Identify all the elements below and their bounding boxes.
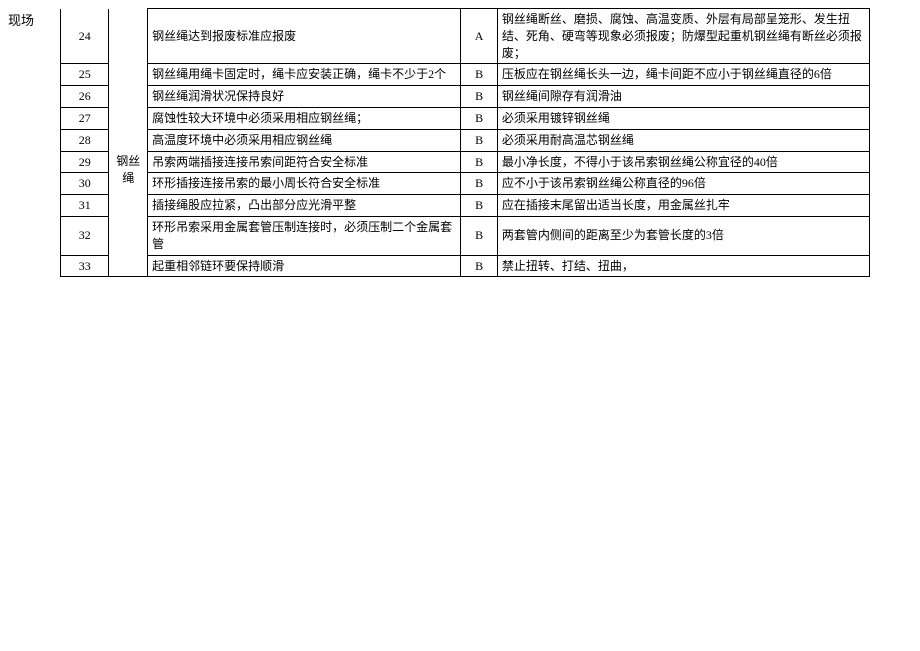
- row-desc: 钢丝绳达到报废标准应报废: [148, 9, 461, 64]
- row-note: 必须采用镀锌钢丝绳: [497, 107, 869, 129]
- table-row: 32 环形吊索采用金属套管压制连接时，必须压制二个金属套管 B 两套管内侧间的距…: [61, 216, 870, 255]
- category-cell: [109, 9, 148, 64]
- row-number: 25: [61, 64, 109, 86]
- row-note: 两套管内侧间的距离至少为套管长度的3倍: [497, 216, 869, 255]
- table-row: 26 钢丝绳润滑状况保持良好 B 钢丝绳间隙存有润滑油: [61, 86, 870, 108]
- table-row: 27 腐蚀性较大环境中必须采用相应钢丝绳； B 必须采用镀锌钢丝绳: [61, 107, 870, 129]
- row-number: 27: [61, 107, 109, 129]
- inspection-table: 24 钢丝绳达到报废标准应报废 A 钢丝绳断丝、磨损、腐蚀、高温变质、外层有局部…: [60, 8, 870, 277]
- side-label: 现场: [8, 8, 60, 29]
- row-note: 应不小于该吊索钢丝绳公称直径的96倍: [497, 173, 869, 195]
- row-grade: B: [461, 195, 498, 217]
- row-desc: 吊索两端插接连接吊索间距符合安全标准: [148, 151, 461, 173]
- row-number: 30: [61, 173, 109, 195]
- row-note: 禁止扭转、打结、扭曲，: [497, 255, 869, 277]
- row-note: 最小净长度，不得小于该吊索钢丝绳公称宜径的40倍: [497, 151, 869, 173]
- row-desc: 插接绳股应拉紧，凸出部分应光滑平整: [148, 195, 461, 217]
- row-note: 钢丝绳断丝、磨损、腐蚀、高温变质、外层有局部呈笼形、发生扭结、死角、硬弯等现象必…: [497, 9, 869, 64]
- row-note: 应在插接末尾留出适当长度，用金属丝扎牢: [497, 195, 869, 217]
- table-row: 28 高温度环境中必须采用相应钢丝绳 B 必须采用耐高温芯钢丝绳: [61, 129, 870, 151]
- row-desc: 环形插接连接吊索的最小周长符合安全标准: [148, 173, 461, 195]
- row-number: 33: [61, 255, 109, 277]
- row-number: 26: [61, 86, 109, 108]
- row-grade: B: [461, 86, 498, 108]
- row-note: 钢丝绳间隙存有润滑油: [497, 86, 869, 108]
- row-grade: B: [461, 255, 498, 277]
- row-grade: B: [461, 64, 498, 86]
- row-desc: 环形吊索采用金属套管压制连接时，必须压制二个金属套管: [148, 216, 461, 255]
- table-row: 30 环形插接连接吊索的最小周长符合安全标准 B 应不小于该吊索钢丝绳公称直径的…: [61, 173, 870, 195]
- row-desc: 腐蚀性较大环境中必须采用相应钢丝绳；: [148, 107, 461, 129]
- table-row: 31 插接绳股应拉紧，凸出部分应光滑平整 B 应在插接末尾留出适当长度，用金属丝…: [61, 195, 870, 217]
- row-grade: B: [461, 151, 498, 173]
- row-desc: 高温度环境中必须采用相应钢丝绳: [148, 129, 461, 151]
- row-grade: B: [461, 107, 498, 129]
- row-desc: 钢丝绳润滑状况保持良好: [148, 86, 461, 108]
- table-row: 25 钢丝绳 钢丝绳用绳卡固定时，绳卡应安装正确，绳卡不少于2个 B 压板应在钢…: [61, 64, 870, 86]
- row-grade: B: [461, 173, 498, 195]
- row-number: 29: [61, 151, 109, 173]
- table-row: 24 钢丝绳达到报废标准应报废 A 钢丝绳断丝、磨损、腐蚀、高温变质、外层有局部…: [61, 9, 870, 64]
- table-row: 33 起重相邻链环要保持顺滑 B 禁止扭转、打结、扭曲，: [61, 255, 870, 277]
- row-desc: 钢丝绳用绳卡固定时，绳卡应安装正确，绳卡不少于2个: [148, 64, 461, 86]
- row-number: 31: [61, 195, 109, 217]
- row-number: 28: [61, 129, 109, 151]
- row-grade: A: [461, 9, 498, 64]
- row-note: 压板应在钢丝绳长头一边，绳卡间距不应小于钢丝绳直径的6倍: [497, 64, 869, 86]
- row-note: 必须采用耐高温芯钢丝绳: [497, 129, 869, 151]
- table-row: 29 吊索两端插接连接吊索间距符合安全标准 B 最小净长度，不得小于该吊索钢丝绳…: [61, 151, 870, 173]
- row-number: 24: [61, 9, 109, 64]
- row-grade: B: [461, 129, 498, 151]
- category-cell: 钢丝绳: [109, 64, 148, 277]
- row-number: 32: [61, 216, 109, 255]
- row-desc: 起重相邻链环要保持顺滑: [148, 255, 461, 277]
- row-grade: B: [461, 216, 498, 255]
